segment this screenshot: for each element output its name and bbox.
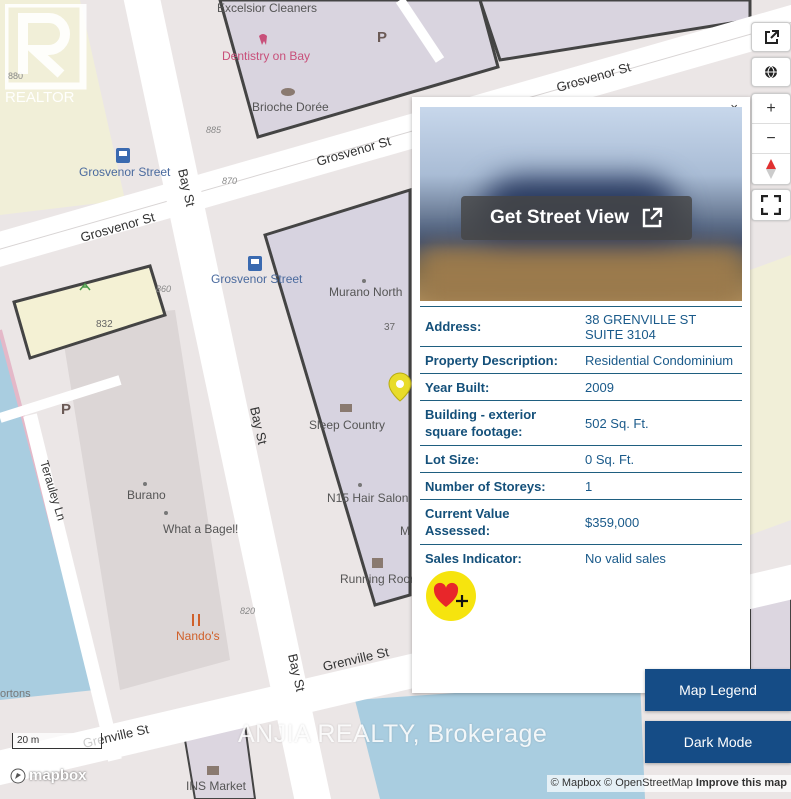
poi-label-ins: INS Market (186, 779, 247, 793)
fullscreen-button[interactable] (751, 189, 791, 221)
property-details-table: Address: 38 GRENVILLE ST SUITE 3104 Prope… (420, 306, 742, 572)
poi-label-excelsior: Excelsior Cleaners (217, 1, 317, 15)
detail-value: 1 (580, 472, 742, 500)
fullscreen-icon (761, 195, 781, 215)
heart-plus-icon (433, 582, 468, 607)
realtor-logo: REALTOR (5, 4, 87, 104)
detail-key: Building - exterior square footage: (420, 400, 580, 446)
detail-key: Lot Size: (420, 445, 580, 473)
brokerage-watermark: ANJIA REALTY, Brokerage (238, 720, 548, 748)
table-row: Property Description: Residential Condomi… (420, 346, 742, 374)
detail-key: Address: (420, 306, 580, 347)
poi-label-hortons: ortons (0, 688, 31, 700)
poi-label-nandos: Nando's (176, 629, 220, 643)
detail-value: Residential Condominium (580, 346, 742, 374)
transit-label: Grosvenor Street (79, 165, 171, 179)
poi-label-n15: N15 Hair Salon (327, 491, 408, 505)
compass-icon (766, 159, 776, 179)
address-number: 860 (156, 284, 171, 294)
add-favorite-button[interactable] (426, 571, 476, 621)
table-row: Sales Indicator: No valid sales (420, 544, 742, 572)
table-row: Number of Storeys: 1 (420, 472, 742, 500)
address-number: 37 (384, 322, 396, 333)
detail-key: Property Description: (420, 346, 580, 374)
basket-icon (207, 766, 219, 775)
bakery-icon (281, 88, 295, 96)
detail-key: Current Value Assessed: (420, 499, 580, 545)
street-view-label: Get Street View (489, 207, 630, 228)
map-attribution: © Mapbox © OpenStreetMap Improve this ma… (546, 775, 791, 792)
realtor-logo-text: REALTOR (5, 89, 75, 104)
poi-label-sleep: Sleep Country (309, 418, 385, 432)
zoom-controls: + − (751, 93, 791, 185)
mapbox-logo-icon (10, 768, 26, 783)
attribution-mapbox-link[interactable]: © Mapbox (551, 777, 601, 789)
shop-icon (372, 558, 383, 568)
attribution-osm-link[interactable]: © OpenStreetMap (604, 777, 693, 789)
external-link-icon (764, 29, 779, 44)
detail-value: 502 Sq. Ft. (580, 400, 742, 446)
table-row: Current Value Assessed: $359,000 (420, 499, 742, 545)
map-scale: 20 m (12, 733, 102, 749)
mapbox-logo-text: mapbox (29, 767, 87, 784)
poi-label-dentistry: Dentistry on Bay (222, 49, 310, 63)
table-row: Address: 38 GRENVILLE ST SUITE 3104 (420, 306, 742, 347)
poi-label-murano: Murano North (329, 285, 402, 299)
detail-value: 38 GRENVILLE ST SUITE 3104 (580, 306, 742, 347)
address-number: 870 (222, 176, 237, 186)
map-legend-button[interactable]: Map Legend (645, 669, 791, 711)
detail-value: No valid sales (580, 544, 742, 572)
transit-label: Grosvenor Street (211, 272, 303, 286)
table-row: Year Built: 2009 (420, 373, 742, 401)
detail-key: Sales Indicator: (420, 544, 580, 572)
compass-button[interactable] (752, 154, 790, 184)
property-popup: × Get Street View Address:38 GRENVILLE S… (412, 97, 750, 693)
table-row: Lot Size: 0 Sq. Ft. (420, 445, 742, 473)
street-view-button[interactable]: Get Street View (461, 196, 692, 240)
bed-icon (340, 404, 352, 412)
address-number: 832 (96, 319, 113, 330)
globe-icon (765, 65, 777, 79)
address-number: 820 (240, 606, 255, 616)
poi-label-running: Running Room (340, 572, 420, 586)
address-number: 885 (206, 125, 222, 135)
poi-label-brioche: Brioche Dorée (252, 100, 329, 114)
detail-value: 2009 (580, 373, 742, 401)
bus-stop-icon (116, 148, 130, 163)
globe-button[interactable] (751, 57, 791, 87)
external-link-icon (642, 207, 663, 228)
poi-label-bagel: What a Bagel! (163, 522, 238, 536)
bus-stop-icon (248, 256, 262, 271)
property-photo: Get Street View (420, 107, 742, 301)
poi-label-partial: M (400, 524, 410, 538)
detail-value: 0 Sq. Ft. (580, 445, 742, 473)
detail-key: Year Built: (420, 373, 580, 401)
poi-label-burano: Burano (127, 488, 166, 502)
mapbox-logo[interactable]: mapbox (10, 767, 87, 784)
detail-key: Number of Storeys: (420, 472, 580, 500)
zoom-in-button[interactable]: + (752, 94, 790, 124)
external-link-button[interactable] (751, 22, 791, 52)
improve-map-link[interactable]: Improve this map (696, 777, 787, 789)
dark-mode-button[interactable]: Dark Mode (645, 721, 791, 763)
zoom-out-button[interactable]: − (752, 124, 790, 154)
table-row: Building - exterior square footage: 502 S… (420, 400, 742, 446)
parking-icon: P (377, 29, 387, 46)
parking-icon: P (61, 401, 71, 418)
detail-value: $359,000 (580, 499, 742, 545)
